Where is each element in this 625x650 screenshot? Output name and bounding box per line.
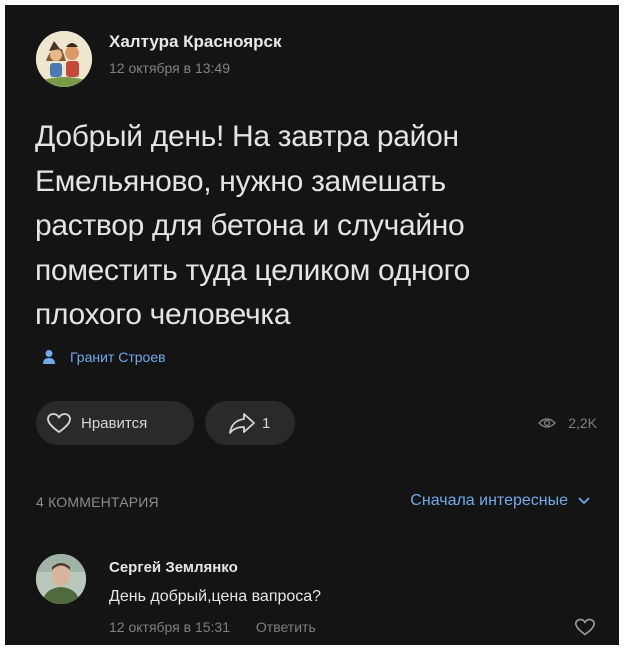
post-text: Добрый день! На завтра район Емельяново,… — [35, 115, 605, 338]
eye-icon — [538, 418, 557, 428]
chevron-down-icon — [578, 497, 590, 504]
like-button[interactable]: Нравится — [36, 401, 194, 445]
comment-text: День добрый,цена вапроса? — [109, 588, 322, 605]
post-text-line: Емельяново, нужно замешать — [35, 164, 446, 198]
comment-meta: 12 октября в 15:31 Ответить — [109, 619, 316, 635]
post-text-line: поместить туда целиком одного — [35, 253, 471, 287]
commenter-name[interactable]: Сергей Землянко — [109, 559, 238, 576]
post-text-line: раствор для бетона и случайно — [35, 209, 465, 242]
share-button[interactable]: 1 — [205, 401, 295, 445]
comment-date: 12 октября в 15:31 — [109, 619, 231, 635]
post-screen: Халтура Красноярск 12 октября в 13:49 До… — [5, 5, 619, 645]
post-date: 12 октября в 13:49 — [109, 60, 231, 76]
share-icon — [229, 413, 255, 434]
heart-icon — [47, 413, 71, 433]
author-name: Гранит Строев — [70, 349, 166, 365]
post-text-line: Добрый день! На завтра район — [35, 120, 459, 153]
post-text-line: плохого человечка — [35, 298, 291, 331]
commenter-avatar[interactable] — [36, 554, 86, 604]
comment-like-button[interactable] — [574, 617, 596, 642]
post-author[interactable]: Гранит Строев — [42, 349, 166, 365]
user-icon — [43, 350, 55, 364]
sort-label: Сначала интересные — [410, 492, 568, 509]
views-count: 2,2K — [568, 415, 597, 431]
views-counter: 2,2K — [538, 415, 597, 431]
share-count: 1 — [262, 414, 271, 432]
group-name[interactable]: Халтура Красноярск — [109, 32, 282, 52]
comments-count: 4 КОММЕНТАРИЯ — [36, 494, 159, 510]
group-avatar[interactable] — [36, 31, 92, 87]
reply-button[interactable]: Ответить — [256, 619, 316, 635]
heart-icon — [574, 618, 595, 636]
sort-dropdown[interactable]: Сначала интересные — [410, 492, 590, 510]
like-label: Нравится — [81, 414, 148, 432]
